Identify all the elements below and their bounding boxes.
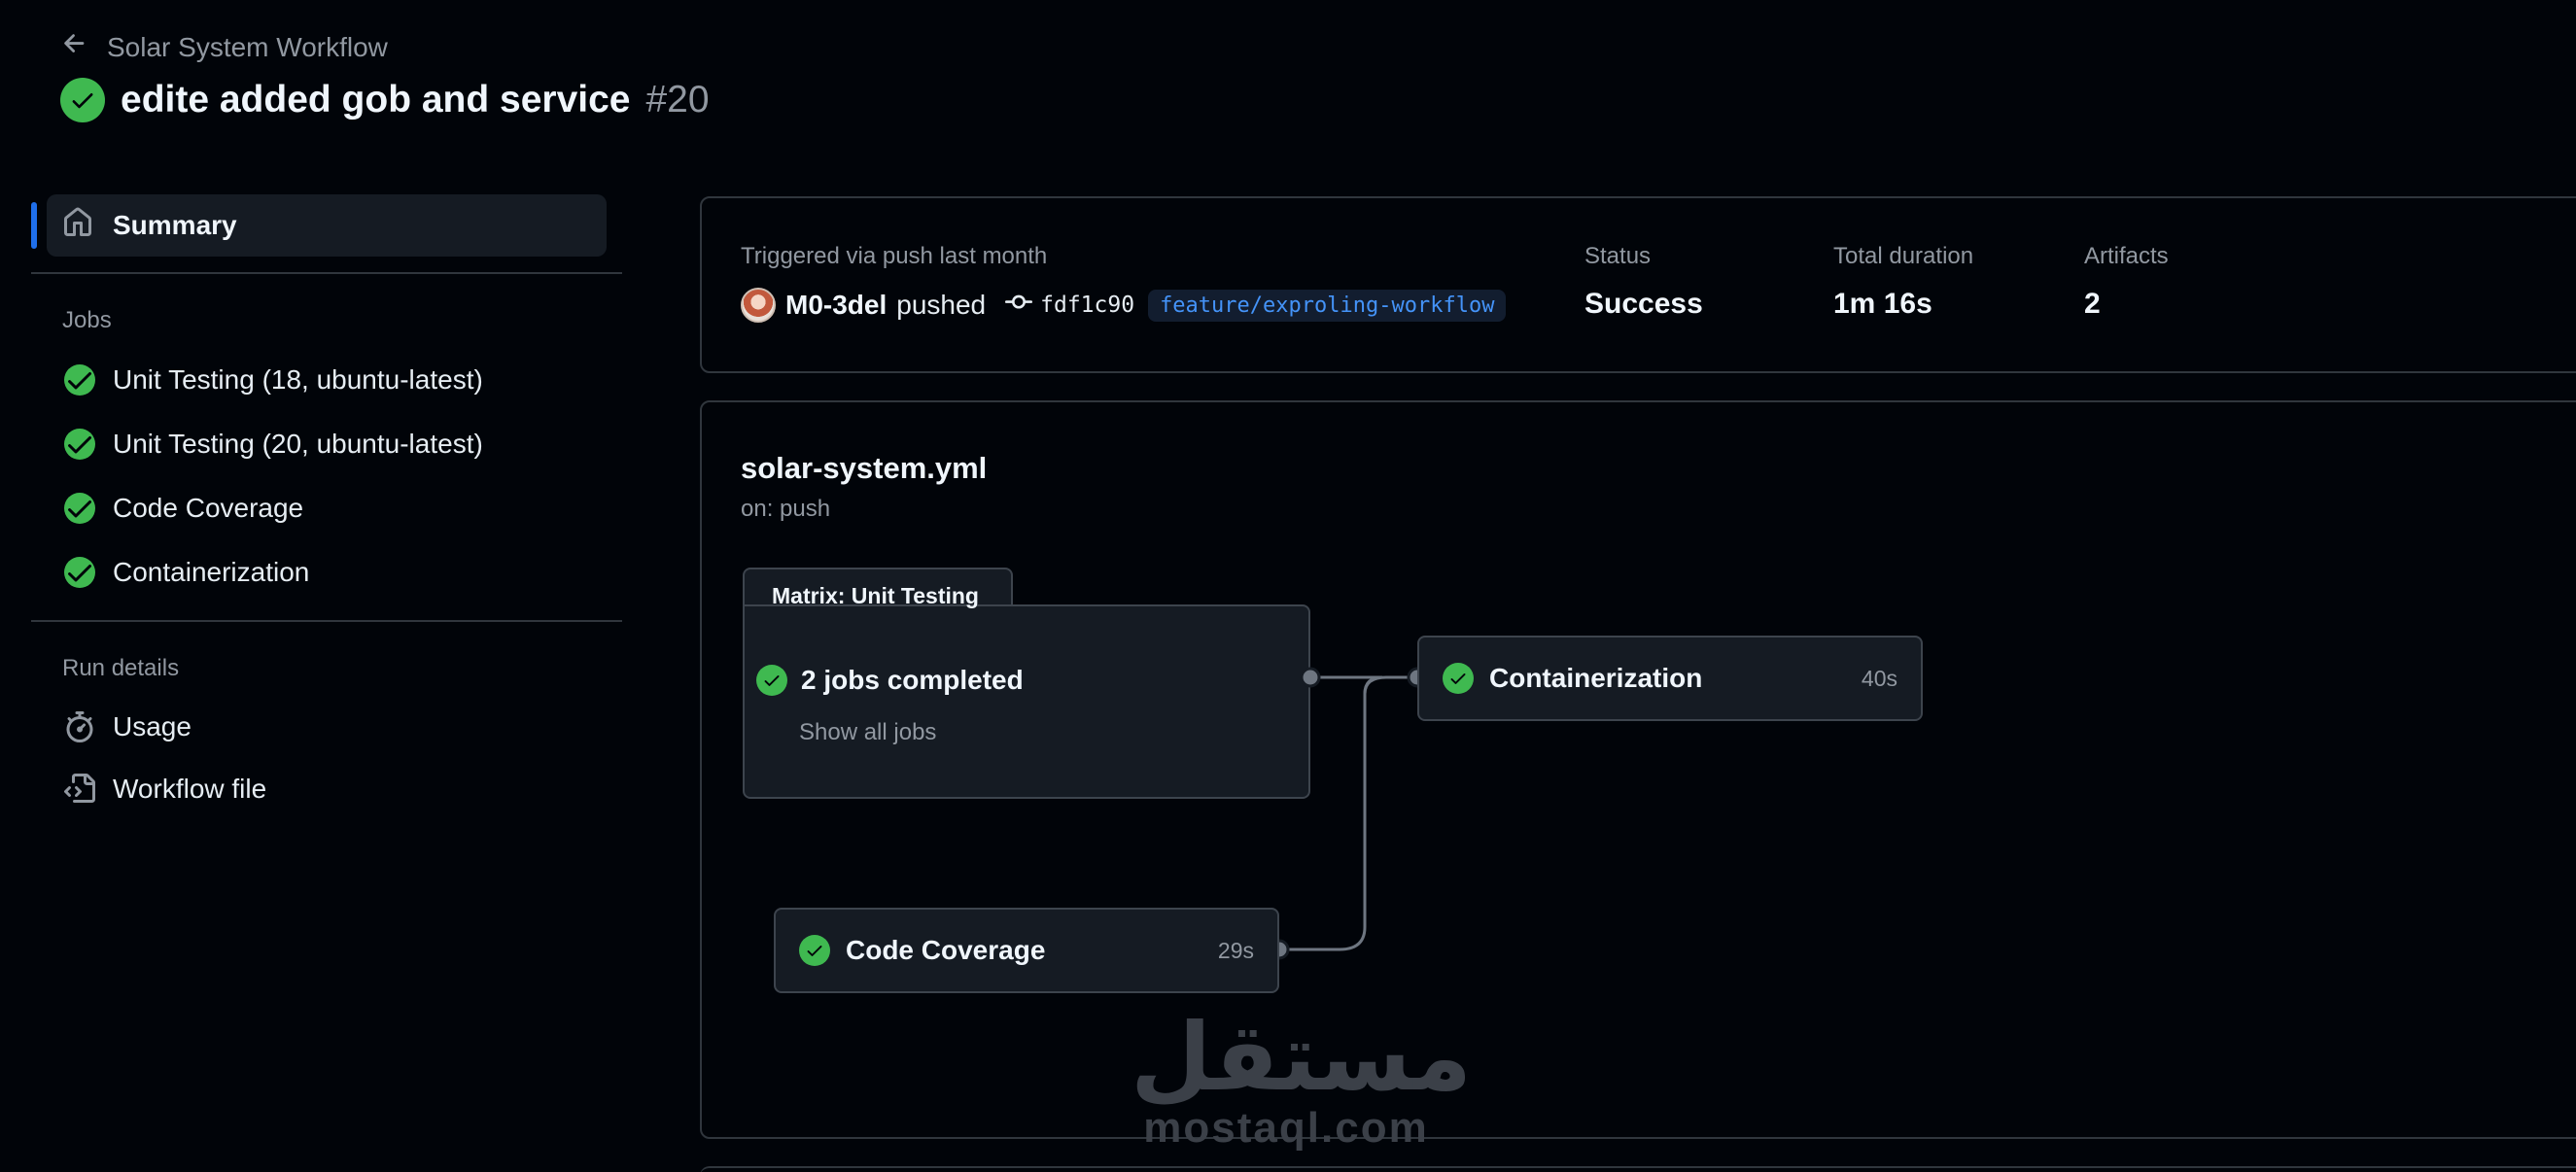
- success-check-icon: [1443, 663, 1474, 694]
- sidebar-item-label: Containerization: [113, 557, 310, 587]
- back-to-workflow-link[interactable]: Solar System Workflow: [60, 29, 388, 65]
- sidebar-job-code-coverage[interactable]: Code Coverage: [31, 476, 622, 540]
- commit-link[interactable]: fdf1c90: [1005, 289, 1134, 322]
- home-icon: [62, 207, 93, 245]
- sidebar-item-label: Code Coverage: [113, 493, 304, 523]
- sidebar-item-label: Unit Testing (18, ubuntu-latest): [113, 364, 483, 395]
- commit-sha: fdf1c90: [1040, 293, 1135, 318]
- sidebar-item-label: Usage: [113, 711, 191, 741]
- jobs-heading: Jobs: [62, 307, 112, 333]
- success-check-icon: [64, 429, 95, 460]
- matrix-title: Matrix: Unit Testing: [772, 583, 979, 608]
- sidebar-divider: [31, 272, 622, 274]
- success-check-icon: [60, 78, 105, 122]
- workflow-graph-panel: solar-system.yml on: push Matrix: Unit T…: [700, 400, 2576, 1139]
- file-code-icon: [62, 772, 97, 807]
- artifacts-value[interactable]: 2: [2084, 288, 2169, 321]
- stopwatch-icon: [62, 709, 97, 744]
- sidebar-item-usage[interactable]: Usage: [31, 696, 622, 758]
- branch-link[interactable]: feature/exproling-workflow: [1148, 289, 1507, 322]
- job-node-label: Code Coverage: [846, 935, 1046, 965]
- run-number: #20: [645, 79, 710, 121]
- sidebar-item-label: Workflow file: [113, 774, 267, 804]
- actor-link[interactable]: M0-3del: [785, 290, 887, 321]
- success-check-icon: [64, 557, 95, 588]
- matrix-status: 2 jobs completed: [756, 665, 1024, 696]
- artifacts-label: Artifacts: [2084, 243, 2169, 269]
- sidebar-divider: [31, 620, 622, 622]
- duration-value: 1m 16s: [1833, 288, 1932, 320]
- job-node-duration: 29s: [1217, 937, 1254, 963]
- status-value: Success: [1584, 288, 1703, 320]
- job-node-duration: 40s: [1861, 665, 1897, 691]
- duration-label: Total duration: [1833, 243, 1974, 269]
- run-summary-panel: Triggered via push last month M0-3del pu…: [700, 196, 2576, 373]
- status-label: Status: [1584, 243, 1652, 269]
- success-check-icon: [64, 493, 95, 524]
- workflow-file-name[interactable]: solar-system.yml: [741, 451, 987, 486]
- back-link-label: Solar System Workflow: [107, 31, 388, 62]
- workflow-trigger: on: push: [741, 496, 831, 522]
- run-title-text: edite added gob and service: [121, 79, 631, 121]
- artifacts-block: Artifacts 2: [2084, 243, 2169, 321]
- workflow-run-page: Solar System Workflow edite added gob an…: [0, 0, 2576, 1172]
- status-block: Status Success: [1584, 243, 1703, 321]
- trigger-action: pushed: [896, 290, 987, 320]
- sidebar-item-workflow-file[interactable]: Workflow file: [31, 758, 622, 820]
- git-commit-icon: [1005, 289, 1033, 322]
- matrix-group: [743, 604, 1310, 799]
- success-check-icon: [756, 665, 787, 696]
- job-node-containerization[interactable]: Containerization 40s: [1417, 636, 1923, 721]
- success-check-icon: [799, 935, 830, 966]
- sidebar-job-unit-testing-20[interactable]: Unit Testing (20, ubuntu-latest): [31, 412, 622, 476]
- duration-block: Total duration 1m 16s: [1833, 243, 1973, 321]
- trigger-details: M0-3del pushed fdf1c90 feature/exproling…: [741, 288, 1507, 323]
- trigger-block: Triggered via push last month M0-3del pu…: [741, 243, 1507, 323]
- sidebar-item-label: Summary: [113, 210, 237, 240]
- show-all-jobs-link[interactable]: Show all jobs: [799, 719, 936, 746]
- job-node-code-coverage[interactable]: Code Coverage 29s: [774, 908, 1279, 993]
- arrow-left-icon: [60, 29, 89, 65]
- run-details-heading: Run details: [62, 655, 180, 681]
- trigger-text: Triggered via push last month: [741, 243, 1048, 269]
- page-title: edite added gob and service #20: [60, 78, 710, 122]
- job-node-label: Containerization: [1489, 663, 1703, 693]
- success-check-icon: [64, 364, 95, 396]
- avatar[interactable]: [741, 288, 776, 323]
- next-panel-edge: [700, 1166, 2576, 1172]
- sidebar-item-label: Unit Testing (20, ubuntu-latest): [113, 429, 483, 459]
- matrix-status-text: 2 jobs completed: [801, 665, 1024, 695]
- sidebar-item-summary[interactable]: Summary: [31, 194, 607, 257]
- sidebar-job-unit-testing-18[interactable]: Unit Testing (18, ubuntu-latest): [31, 348, 622, 412]
- sidebar: Summary Jobs Unit Testing (18, ubuntu-la…: [31, 194, 622, 820]
- sidebar-job-containerization[interactable]: Containerization: [31, 540, 622, 604]
